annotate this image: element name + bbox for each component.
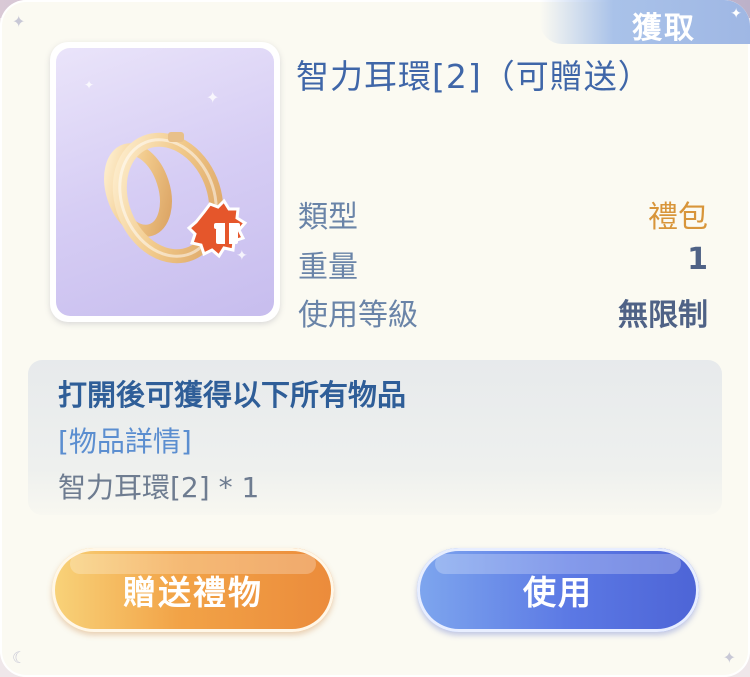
- item-icon-background: ✦ ✦ ✦: [56, 48, 274, 316]
- stat-label: 重量: [298, 250, 358, 285]
- item-details-link[interactable]: [物品詳情]: [58, 420, 192, 460]
- sparkle-icon: ✦: [84, 78, 95, 92]
- sparkle-icon: ✦: [206, 88, 220, 107]
- corner-ornament-icon: ✦: [12, 12, 26, 31]
- obtain-label: 獲取: [632, 11, 696, 46]
- item-icon-frame: ✦ ✦ ✦: [50, 42, 280, 322]
- stat-row-weight: 重量 1: [298, 242, 708, 285]
- item-detail-panel: ✦ ☾ ✦ 獲取 ✦ ✦ ✦ ✦ 智力耳環[2]（可贈送） 類型 禮包 重量 1…: [0, 0, 750, 677]
- sparkle-icon: ✦: [236, 248, 248, 264]
- use-button-label: 使用: [523, 573, 593, 612]
- tab-ornament-icon: ✦: [730, 6, 742, 22]
- contents-item: 智力耳環[2] * 1: [58, 471, 260, 504]
- stat-label: 類型: [298, 200, 358, 235]
- gift-button[interactable]: 贈送禮物: [52, 548, 334, 632]
- description-title: 打開後可獲得以下所有物品: [58, 378, 407, 412]
- corner-ornament-icon: ✦: [722, 648, 736, 667]
- corner-ornament-icon: ☾: [12, 648, 27, 667]
- item-name: 智力耳環[2]（可贈送）: [296, 57, 652, 96]
- stat-row-type: 類型 禮包: [298, 192, 708, 235]
- stat-value: 禮包: [648, 200, 708, 235]
- use-button[interactable]: 使用: [417, 548, 699, 632]
- stat-row-level: 使用等級 無限制: [298, 290, 708, 333]
- stat-label: 使用等級: [298, 298, 418, 333]
- stat-value: 無限制: [618, 298, 708, 333]
- obtain-tab: 獲取 ✦: [540, 0, 750, 46]
- gift-button-label: 贈送禮物: [123, 573, 263, 612]
- stat-value: 1: [687, 242, 708, 277]
- description-box: 打開後可獲得以下所有物品 [物品詳情] 智力耳環[2] * 1: [28, 360, 722, 515]
